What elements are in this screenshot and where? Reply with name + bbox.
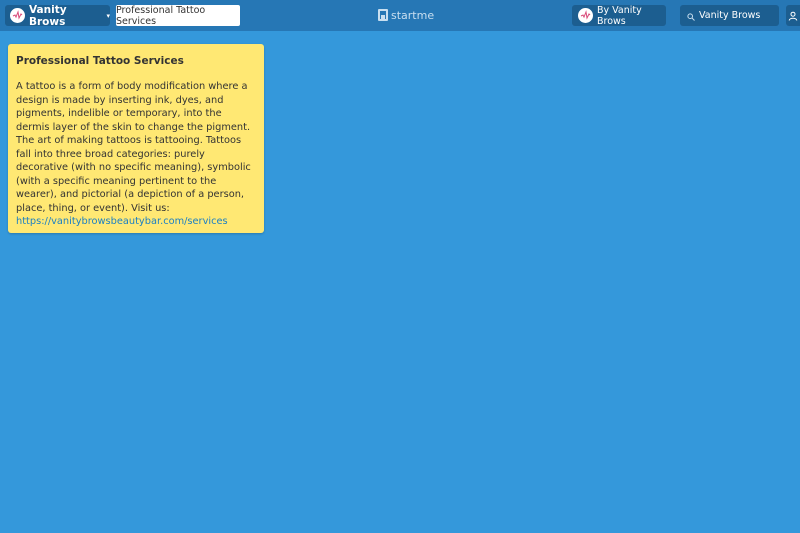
user-menu-button[interactable] bbox=[786, 5, 800, 26]
search-box[interactable] bbox=[680, 5, 779, 26]
by-author-button[interactable]: By Vanity Brows bbox=[572, 4, 666, 27]
brand-label: Vanity Brows bbox=[29, 3, 67, 28]
top-bar: Vanity Brows ▾ Professional Tattoo Servi… bbox=[0, 0, 800, 31]
search-input[interactable] bbox=[699, 10, 777, 21]
card-title: Professional Tattoo Services bbox=[16, 55, 184, 67]
brand-menu-button[interactable]: Vanity Brows ▾ bbox=[5, 3, 110, 28]
startme-logo[interactable]: startme bbox=[378, 8, 434, 22]
card-body-text: A tattoo is a form of body modification … bbox=[16, 81, 251, 214]
logo-text: startme bbox=[391, 8, 435, 22]
card-body: A tattoo is a form of body modification … bbox=[16, 80, 256, 229]
page-title-button[interactable]: Professional Tattoo Services bbox=[116, 5, 240, 27]
by-label: By Vanity Brows bbox=[597, 4, 642, 27]
author-avatar-icon bbox=[578, 8, 593, 23]
brand-avatar-icon bbox=[10, 8, 25, 23]
chevron-down-icon: ▾ bbox=[106, 11, 110, 20]
startme-logo-icon bbox=[378, 9, 388, 21]
user-icon bbox=[788, 6, 798, 25]
services-link[interactable]: https://vanitybrowsbeautybar.com/service… bbox=[16, 215, 256, 229]
search-icon bbox=[687, 6, 695, 25]
note-card[interactable]: Professional Tattoo Services A tattoo is… bbox=[8, 44, 264, 233]
